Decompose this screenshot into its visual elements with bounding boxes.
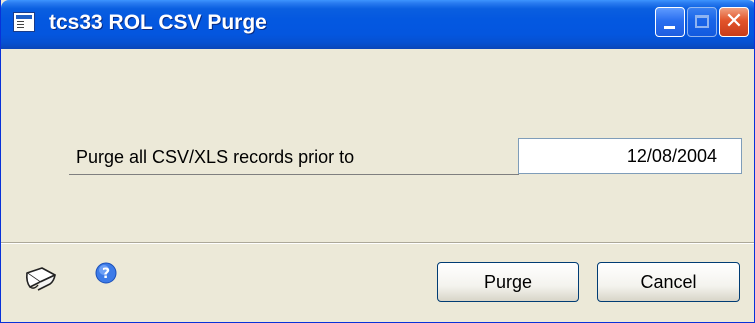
purge-date-row: Purge all CSV/XLS records prior to 12/08… xyxy=(69,138,742,175)
close-button[interactable]: ✕ xyxy=(719,7,749,37)
close-icon: ✕ xyxy=(724,9,744,34)
window-title: tcs33 ROL CSV Purge xyxy=(49,11,267,34)
minimize-icon xyxy=(664,26,675,29)
help-icon[interactable]: ? xyxy=(95,262,117,284)
purge-dialog: tcs33 ROL CSV Purge ✕ Purge all CSV/XLS … xyxy=(0,0,755,323)
purge-button[interactable]: Purge xyxy=(437,262,579,302)
note-icon[interactable] xyxy=(24,266,58,292)
maximize-icon xyxy=(695,15,709,28)
purge-date-label: Purge all CSV/XLS records prior to xyxy=(76,147,355,167)
cancel-button[interactable]: Cancel xyxy=(597,262,740,302)
purge-date-input[interactable]: 12/08/2004 xyxy=(518,138,742,174)
field-underline xyxy=(69,174,519,175)
title-bar[interactable]: tcs33 ROL CSV Purge ✕ xyxy=(1,0,754,49)
footer-divider-highlight xyxy=(1,243,754,244)
window-form-icon[interactable] xyxy=(13,12,35,32)
svg-text:?: ? xyxy=(102,266,110,282)
minimize-button[interactable] xyxy=(655,7,685,37)
maximize-button[interactable] xyxy=(687,7,717,37)
